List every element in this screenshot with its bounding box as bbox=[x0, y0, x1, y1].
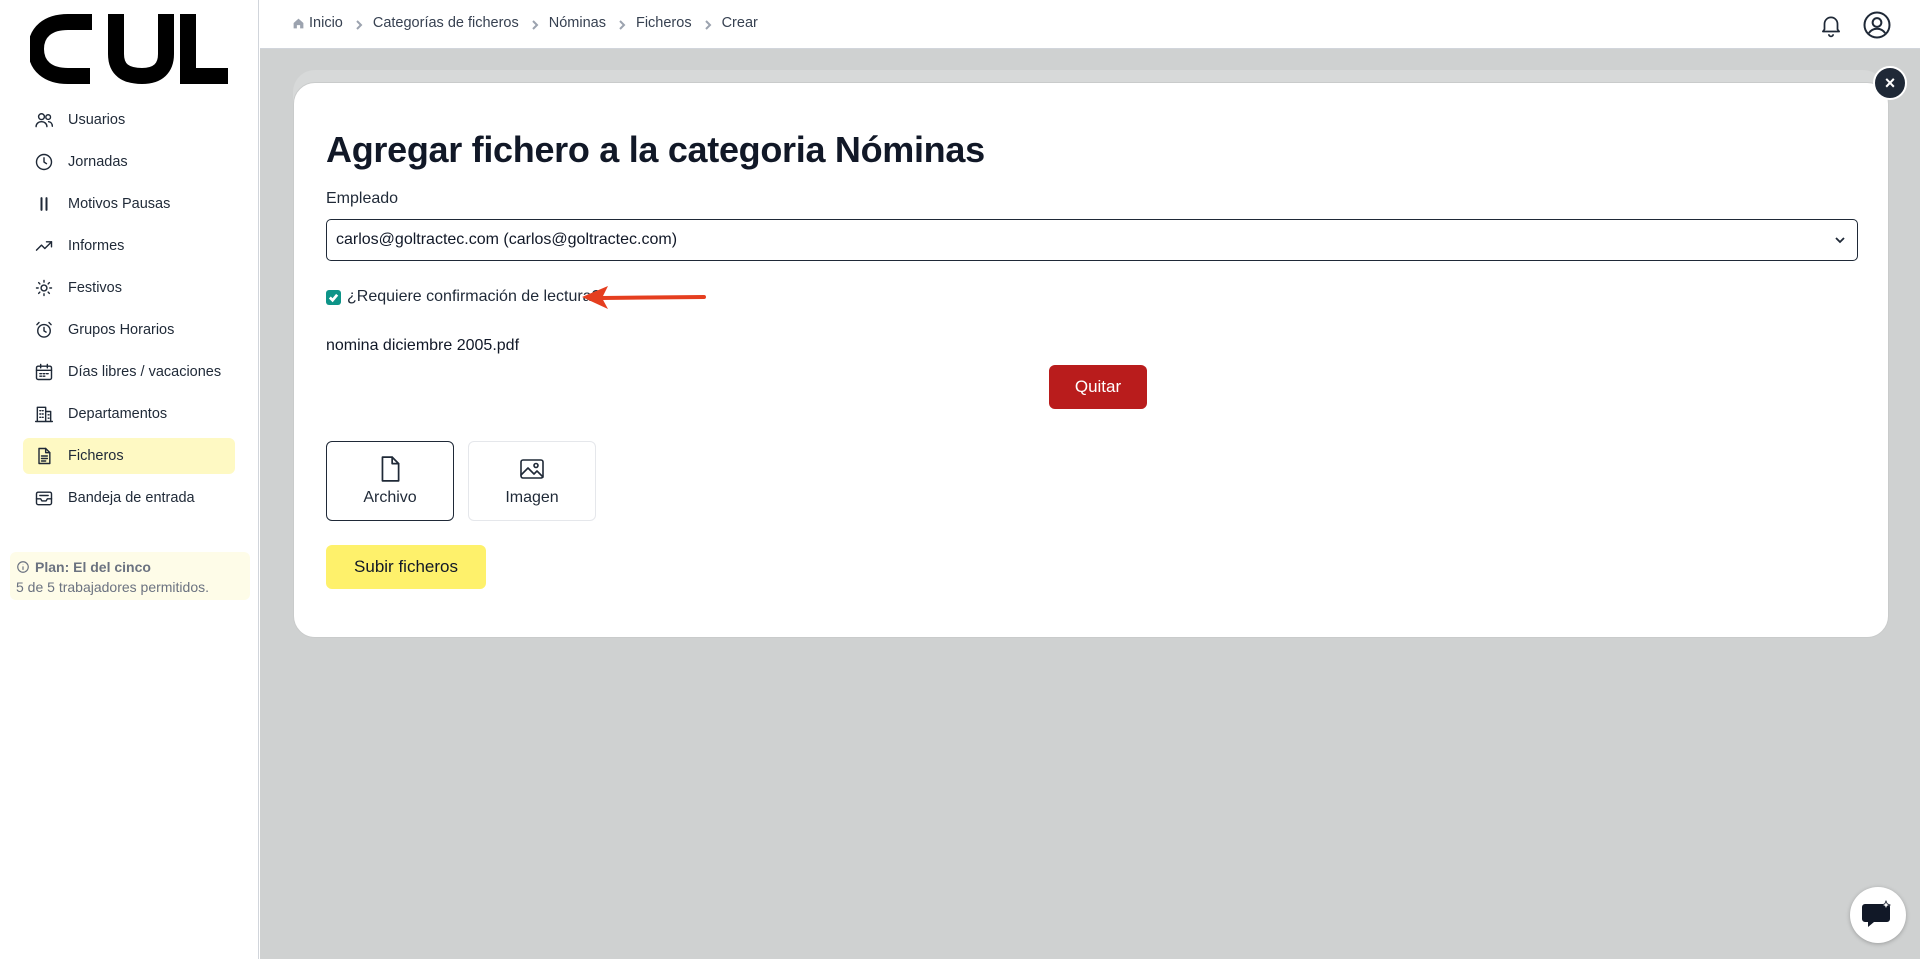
read-confirmation-label[interactable]: ¿Requiere confirmación de lectura? bbox=[347, 288, 600, 306]
building-icon bbox=[33, 403, 55, 425]
sidebar-item-festivos[interactable]: Festivos bbox=[23, 270, 235, 306]
users-icon bbox=[33, 109, 55, 131]
top-bar: Inicio Categorías de ficheros Nóminas Fi… bbox=[260, 0, 1920, 49]
sidebar-item-informes[interactable]: Informes bbox=[23, 228, 235, 264]
chevron-right-icon bbox=[354, 18, 364, 30]
modal-title: Agregar fichero a la categoria Nóminas bbox=[326, 129, 985, 170]
sidebar-item-departamentos[interactable]: Departamentos bbox=[23, 396, 235, 432]
clock-icon bbox=[33, 151, 55, 173]
sidebar-item-dias-libres[interactable]: Días libres / vacaciones bbox=[23, 354, 235, 390]
document-icon bbox=[33, 445, 55, 467]
selected-file-name: nomina diciembre 2005.pdf bbox=[326, 337, 520, 354]
breadcrumb-ficheros[interactable]: Ficheros bbox=[636, 15, 692, 31]
chat-button[interactable] bbox=[1850, 887, 1906, 943]
chevron-right-icon bbox=[703, 18, 713, 30]
home-icon bbox=[293, 18, 304, 28]
sidebar-item-ficheros[interactable]: Ficheros bbox=[23, 438, 235, 474]
pause-icon bbox=[33, 193, 55, 215]
sidebar-item-bandeja-entrada[interactable]: Bandeja de entrada bbox=[23, 480, 235, 516]
bell-icon[interactable] bbox=[1818, 12, 1844, 38]
sidebar-item-motivos-pausas[interactable]: Motivos Pausas bbox=[23, 186, 235, 222]
breadcrumb-crear: Crear bbox=[721, 15, 758, 31]
plan-title: Plan: El del cinco bbox=[35, 559, 151, 575]
read-confirmation-row: ¿Requiere confirmación de lectura? bbox=[326, 288, 600, 306]
main-area: Inicio Categorías de ficheros Nóminas Fi… bbox=[260, 0, 1920, 959]
chevron-right-icon bbox=[530, 18, 540, 30]
inbox-icon bbox=[33, 487, 55, 509]
file-icon bbox=[381, 456, 400, 482]
info-icon bbox=[17, 561, 29, 573]
employee-select[interactable]: carlos@goltractec.com (carlos@goltractec… bbox=[326, 219, 1858, 261]
close-modal-button[interactable]: × bbox=[1873, 66, 1907, 100]
image-icon bbox=[520, 459, 544, 479]
company-logo[interactable] bbox=[30, 14, 228, 84]
trending-up-icon bbox=[33, 235, 55, 257]
annotation-arrow bbox=[582, 286, 706, 309]
upload-imagen-label: Imagen bbox=[505, 489, 559, 506]
upload-archivo-label: Archivo bbox=[363, 489, 417, 506]
upload-archivo-option[interactable]: Archivo bbox=[326, 441, 454, 521]
sidebar: Usuarios Jornadas Motivos Pausas Informe… bbox=[0, 0, 259, 959]
employee-select-value: carlos@goltractec.com (carlos@goltractec… bbox=[336, 231, 678, 248]
chevron-down-icon bbox=[1835, 237, 1845, 244]
sidebar-item-label: Festivos bbox=[68, 280, 122, 296]
breadcrumb: Inicio Categorías de ficheros Nóminas Fi… bbox=[292, 15, 758, 31]
sidebar-item-label: Departamentos bbox=[68, 406, 168, 422]
sidebar-item-label: Motivos Pausas bbox=[68, 196, 171, 212]
user-account-icon[interactable] bbox=[1862, 10, 1892, 40]
plan-info: Plan: El del cinco 5 de 5 trabajadores p… bbox=[10, 552, 250, 600]
breadcrumb-inicio[interactable]: Inicio bbox=[292, 15, 343, 31]
sidebar-item-label: Días libres / vacaciones bbox=[68, 364, 222, 380]
sidebar-item-label: Grupos Horarios bbox=[68, 322, 175, 338]
sidebar-nav: Usuarios Jornadas Motivos Pausas Informe… bbox=[23, 102, 235, 522]
sidebar-item-label: Jornadas bbox=[68, 154, 128, 170]
alarm-clock-icon bbox=[33, 319, 55, 341]
employee-label: Empleado bbox=[326, 190, 399, 207]
upload-modal: Agregar fichero a la categoria Nóminas E… bbox=[293, 82, 1889, 638]
sidebar-item-label: Bandeja de entrada bbox=[68, 490, 195, 506]
sidebar-item-usuarios[interactable]: Usuarios bbox=[23, 102, 235, 138]
read-confirmation-checkbox[interactable] bbox=[326, 289, 341, 305]
sidebar-item-jornadas[interactable]: Jornadas bbox=[23, 144, 235, 180]
chat-icon bbox=[1862, 900, 1892, 927]
calendar-icon bbox=[33, 361, 55, 383]
upload-files-button[interactable]: Subir ficheros bbox=[326, 545, 486, 589]
chevron-right-icon bbox=[617, 18, 627, 30]
sidebar-item-label: Informes bbox=[68, 238, 125, 254]
plan-description: 5 de 5 trabajadores permitidos. bbox=[16, 579, 209, 595]
sun-icon bbox=[33, 277, 55, 299]
sidebar-item-label: Usuarios bbox=[68, 112, 126, 128]
sidebar-item-label: Ficheros bbox=[68, 448, 124, 464]
breadcrumb-nominas[interactable]: Nóminas bbox=[549, 15, 606, 31]
breadcrumb-categorias[interactable]: Categorías de ficheros bbox=[373, 15, 519, 31]
upload-imagen-option[interactable]: Imagen bbox=[468, 441, 596, 521]
remove-file-button[interactable]: Quitar bbox=[1049, 365, 1147, 409]
sidebar-item-grupos-horarios[interactable]: Grupos Horarios bbox=[23, 312, 235, 348]
